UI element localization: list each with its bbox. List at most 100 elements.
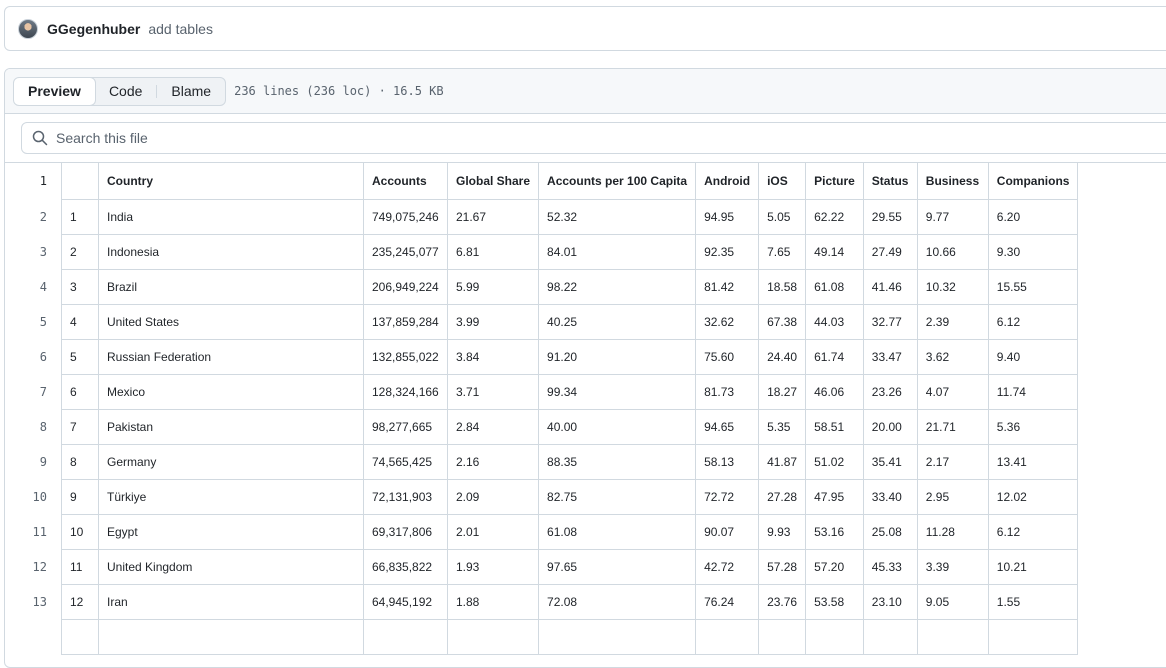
view-mode-toggle: Preview Code Blame: [13, 76, 227, 106]
table-cell: 3.71: [446, 373, 540, 410]
tab-code[interactable]: Code: [95, 78, 156, 105]
line-number[interactable]: 6: [5, 339, 61, 374]
line-number[interactable]: 10: [5, 479, 61, 514]
line-number[interactable]: 11: [5, 514, 61, 549]
table-cell: [61, 618, 99, 655]
table-cell: 235,245,077: [363, 233, 448, 270]
line-number-gutter: 1 2 3 4 5 6 7 8 9 10 11 12 13: [5, 163, 61, 619]
table-cell: 4: [61, 303, 99, 340]
table-cell: Egypt: [98, 513, 364, 550]
table-cell: 74,565,425: [363, 443, 448, 480]
table-cell: 20.00: [862, 408, 918, 445]
table-cell: 6: [61, 373, 99, 410]
table-cell: 61.08: [538, 513, 697, 550]
table-row: 12 Iran 64,945,192 1.88 72.08 76.24 23.76 53.58…: [61, 583, 1079, 620]
table-cell: 206,949,224: [363, 268, 448, 305]
table-cell: 69,317,806: [363, 513, 448, 550]
line-number[interactable]: 5: [5, 304, 61, 339]
table-row: 3 Brazil 206,949,224 5.99 98.22 81.42 18.58 61.…: [61, 268, 1079, 305]
table-cell: 92.35: [695, 233, 760, 270]
table-cell: 99.34: [538, 373, 697, 410]
table-cell: 18.58: [758, 268, 807, 305]
line-number[interactable]: 9: [5, 444, 61, 479]
table-cell: 75.60: [695, 338, 760, 375]
table-cell: 97.65: [538, 548, 697, 585]
table-cell: 24.40: [758, 338, 807, 375]
table-cell: 2.01: [446, 513, 540, 550]
table-cell: 72.08: [538, 583, 697, 620]
table-cell: 90.07: [695, 513, 760, 550]
table-cell: 41.46: [862, 268, 918, 305]
table-cell: 2.84: [446, 408, 540, 445]
table-cell: 15.55: [987, 268, 1079, 305]
line-number[interactable]: 12: [5, 549, 61, 584]
table-cell: Pakistan: [98, 408, 364, 445]
table-cell: 18.27: [758, 373, 807, 410]
table-row: 10 Egypt 69,317,806 2.01 61.08 90.07 9.93 53.16…: [61, 513, 1079, 550]
column-header: Global Share: [446, 163, 540, 200]
latest-commit-bar: GGegenhuber add tables: [4, 6, 1166, 51]
table-cell: 35.41: [862, 443, 918, 480]
line-number[interactable]: 3: [5, 234, 61, 269]
table-row: 4 United States 137,859,284 3.99 40.25 32.62 6…: [61, 303, 1079, 340]
line-number[interactable]: 2: [5, 199, 61, 234]
author-avatar[interactable]: [18, 18, 38, 39]
table-cell: India: [98, 198, 364, 235]
column-header: Country: [98, 163, 364, 200]
table-row: 8 Germany 74,565,425 2.16 88.35 58.13 41.87 51.…: [61, 443, 1079, 480]
table-cell: 25.08: [862, 513, 918, 550]
table-cell: Brazil: [98, 268, 364, 305]
table-cell: 51.02: [805, 443, 864, 480]
column-header: Android: [695, 163, 760, 200]
table-cell: 98.22: [538, 268, 697, 305]
table-cell: 9.93: [758, 513, 807, 550]
table-body: 1 India 749,075,246 21.67 52.32 94.95 5.05 62.2…: [61, 198, 1079, 655]
line-number[interactable]: 7: [5, 374, 61, 409]
line-number[interactable]: 1: [5, 163, 61, 199]
table-cell: 72,131,903: [363, 478, 448, 515]
table-cell: 6.20: [987, 198, 1079, 235]
table-cell: [538, 618, 697, 655]
table-cell: [363, 618, 448, 655]
table-cell: 81.73: [695, 373, 760, 410]
line-number[interactable]: 8: [5, 409, 61, 444]
table-cell: 5.35: [758, 408, 807, 445]
tab-blame[interactable]: Blame: [157, 78, 225, 105]
table-cell: 61.08: [805, 268, 864, 305]
table-row: 9 Türkiye 72,131,903 2.09 82.75 72.72 27.28 47.…: [61, 478, 1079, 515]
commit-message[interactable]: add tables: [148, 21, 213, 37]
table-cell: 72.72: [695, 478, 760, 515]
table-cell: 128,324,166: [363, 373, 448, 410]
table-cell: 2.09: [446, 478, 540, 515]
table-cell: 749,075,246: [363, 198, 448, 235]
table-cell: 23.10: [862, 583, 918, 620]
table-cell: 46.06: [805, 373, 864, 410]
table-cell: 2.39: [916, 303, 989, 340]
table-cell: [446, 618, 540, 655]
search-box[interactable]: [21, 122, 1166, 154]
tab-preview[interactable]: Preview: [14, 77, 96, 105]
commit-author[interactable]: GGegenhuber: [47, 21, 140, 37]
table-cell: 13.41: [987, 443, 1079, 480]
table-cell: 21.67: [446, 198, 540, 235]
table-cell: 11.74: [987, 373, 1079, 410]
table-cell: 29.55: [862, 198, 918, 235]
line-number[interactable]: 4: [5, 269, 61, 304]
table-cell: 5: [61, 338, 99, 375]
line-number[interactable]: 13: [5, 584, 61, 619]
table-cell: [695, 618, 760, 655]
table-cell: [862, 618, 918, 655]
table-cell: 2.17: [916, 443, 989, 480]
table-cell: 5.05: [758, 198, 807, 235]
table-cell: Mexico: [98, 373, 364, 410]
column-header: Business: [916, 163, 989, 200]
table-cell: Iran: [98, 583, 364, 620]
search-input[interactable]: [56, 130, 1166, 146]
table-cell: 45.33: [862, 548, 918, 585]
table-row: 5 Russian Federation 132,855,022 3.84 91.20 7…: [61, 338, 1079, 375]
table-row: 11 United Kingdom 66,835,822 1.93 97.65 42.72…: [61, 548, 1079, 585]
table-cell: 76.24: [695, 583, 760, 620]
table-cell: [916, 618, 989, 655]
table-cell: 3.99: [446, 303, 540, 340]
table-cell: 3.62: [916, 338, 989, 375]
